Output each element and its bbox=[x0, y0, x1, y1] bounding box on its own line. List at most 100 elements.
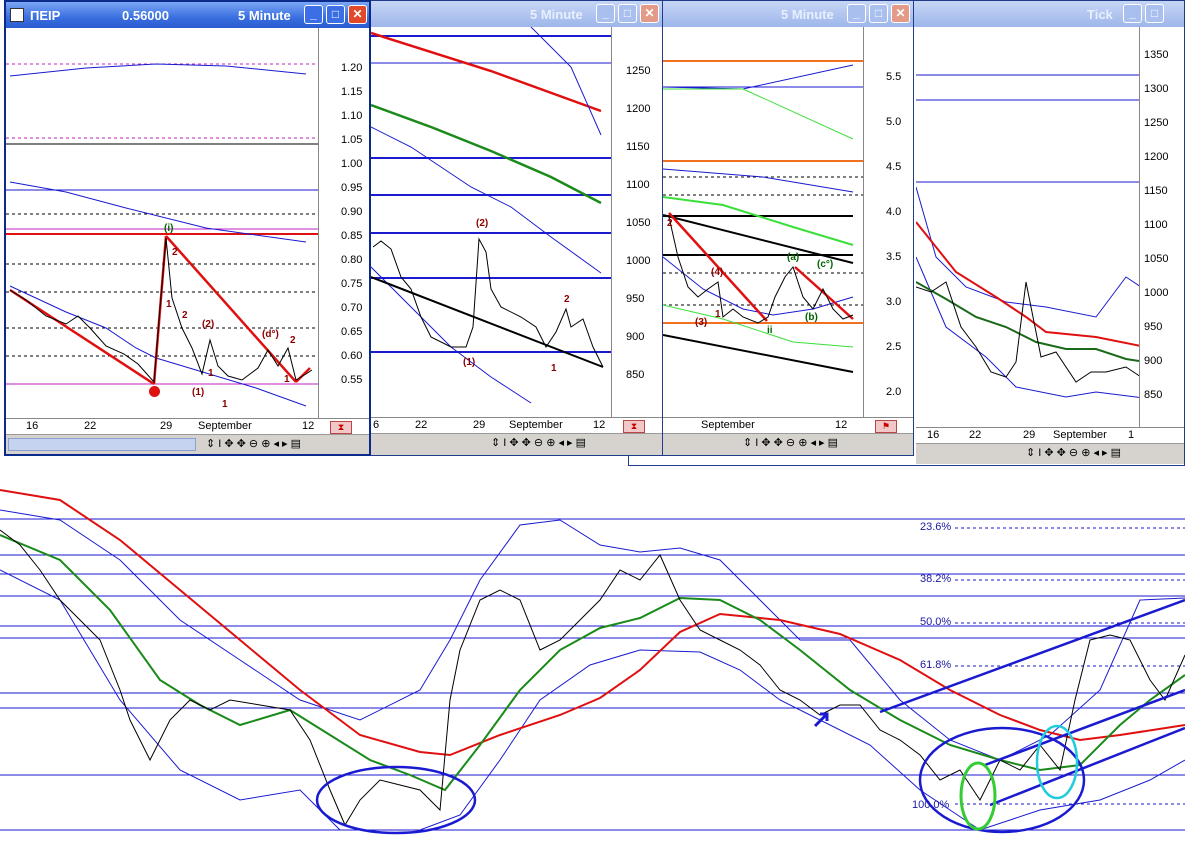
x-label: 22 bbox=[84, 420, 97, 432]
y-label: 0.95 bbox=[341, 182, 363, 194]
y-label: 850 bbox=[1144, 389, 1163, 401]
y-label: 1250 bbox=[626, 65, 651, 77]
x-label: 1 bbox=[1128, 429, 1135, 441]
y-label: 5.0 bbox=[886, 116, 902, 128]
fib-38-2: 38.2% bbox=[920, 573, 952, 585]
chart-window-3[interactable]: 5 Minute _ □ ✕ 2 (4) 1 (3) ii (a) (c°) (… bbox=[662, 0, 914, 456]
maximize-button[interactable]: □ bbox=[869, 4, 888, 23]
channel-lines bbox=[879, 598, 1185, 807]
x-label: 22 bbox=[415, 419, 428, 431]
app-icon bbox=[10, 8, 24, 22]
wave-start-marker bbox=[149, 386, 160, 397]
xaxis-2: 6 22 29 September 12 ⧗ bbox=[371, 417, 662, 434]
y-label: 0.60 bbox=[341, 350, 363, 362]
y-label: 0.70 bbox=[341, 302, 363, 314]
minimize-button[interactable]: _ bbox=[1123, 4, 1142, 23]
close-button[interactable]: ✕ bbox=[348, 5, 367, 24]
y-label: 900 bbox=[1144, 355, 1163, 367]
plot-1 bbox=[6, 63, 318, 407]
y-label: 0.90 bbox=[341, 206, 363, 218]
y-label: 950 bbox=[626, 293, 645, 305]
yaxis-2: 1250 1200 1150 1100 1050 1000 950 900 85… bbox=[611, 27, 662, 417]
wave-label: (i) bbox=[164, 223, 174, 234]
titlebar[interactable]: 5 Minute _ □ ✕ bbox=[663, 1, 913, 27]
y-label: 1000 bbox=[626, 255, 651, 267]
arrow-icon bbox=[813, 712, 829, 728]
x-label: September bbox=[509, 419, 563, 431]
wave-label: 1 bbox=[551, 363, 557, 374]
alert-flag-icon[interactable]: ⧗ bbox=[330, 421, 352, 434]
maximize-button[interactable]: □ bbox=[326, 5, 345, 24]
x-label: September bbox=[701, 419, 755, 431]
y-label: 1250 bbox=[1144, 117, 1169, 129]
toolbar-3[interactable]: ⇕ I ✥ ✥ ⊖ ⊕ ◂ ▸ ▤ bbox=[663, 433, 913, 455]
toolbar-icons[interactable]: ⇕ I ✥ ✥ ⊖ ⊕ ◂ ▸ ▤ bbox=[1026, 446, 1121, 459]
maximize-button[interactable]: □ bbox=[618, 4, 637, 23]
y-label: 1000 bbox=[1144, 287, 1169, 299]
minimize-button[interactable]: _ bbox=[847, 4, 866, 23]
wave-label: 1 bbox=[166, 299, 172, 310]
chart-window-2[interactable]: 5 Minute _ □ ✕ (2) 2 (1) 1 1250 1200 115… bbox=[370, 0, 663, 456]
y-label: 1.00 bbox=[341, 158, 363, 170]
wave-label: (2) bbox=[202, 319, 215, 330]
y-label: 3.0 bbox=[886, 296, 902, 308]
plot-3 bbox=[663, 60, 863, 373]
y-label: 1050 bbox=[626, 217, 651, 229]
wave-label: (3) bbox=[695, 317, 708, 328]
window-interval: 5 Minute bbox=[530, 7, 583, 22]
x-label: 6 bbox=[373, 419, 380, 431]
y-label: 1150 bbox=[1144, 185, 1168, 197]
y-label: 1150 bbox=[626, 141, 650, 153]
y-label: 4.0 bbox=[886, 206, 902, 218]
tick-xaxis: 16 22 29 September 1 bbox=[916, 427, 1184, 444]
x-label: 16 bbox=[26, 420, 39, 432]
yaxis-3: 5.5 5.0 4.5 4.0 3.5 3.0 2.5 2.0 bbox=[863, 27, 913, 417]
x-label: September bbox=[198, 420, 252, 432]
horizontal-scrollbar[interactable] bbox=[8, 438, 196, 451]
chart-window-1[interactable]: ΠΕΙΡ 0.56000 5 Minute _ □ ✕ (i) 2 1 2 (2… bbox=[4, 0, 371, 456]
wave-label: (d°) bbox=[262, 329, 279, 340]
wave-label: 2 bbox=[290, 335, 296, 346]
y-label: 1.05 bbox=[341, 134, 363, 146]
alert-flag-icon[interactable]: ⧗ bbox=[623, 420, 645, 433]
y-label: 1.10 bbox=[341, 110, 363, 122]
minimize-button[interactable]: _ bbox=[596, 4, 615, 23]
x-label: 12 bbox=[835, 419, 848, 431]
y-label: 4.5 bbox=[886, 161, 902, 173]
tick-toolbar[interactable]: ⇕ I ✥ ✥ ⊖ ⊕ ◂ ▸ ▤ bbox=[916, 443, 1184, 464]
wave-label: ii bbox=[767, 325, 773, 336]
window-interval: 5 Minute bbox=[781, 7, 834, 22]
y-label: 1300 bbox=[1144, 83, 1169, 95]
y-label: 1200 bbox=[1144, 151, 1169, 163]
toolbar-icons[interactable]: ⇕ I ✥ ✥ ⊖ ⊕ ◂ ▸ ▤ bbox=[206, 437, 301, 450]
alert-flag-icon[interactable]: ⚑ bbox=[875, 420, 897, 433]
toolbar-2[interactable]: ⇕ I ✥ ✥ ⊖ ⊕ ◂ ▸ ▤ bbox=[371, 433, 662, 455]
close-button[interactable]: ✕ bbox=[640, 4, 659, 23]
ma-red bbox=[0, 489, 1185, 757]
minimize-button[interactable]: _ bbox=[304, 5, 323, 24]
maximize-button[interactable]: □ bbox=[1145, 4, 1164, 23]
y-label: 0.85 bbox=[341, 230, 363, 242]
y-label: 1100 bbox=[626, 179, 650, 191]
wave-label: 2 bbox=[182, 310, 188, 321]
toolbar-icons[interactable]: ⇕ I ✥ ✥ ⊖ ⊕ ◂ ▸ ▤ bbox=[491, 436, 586, 449]
wave-label: 2 bbox=[667, 218, 673, 229]
close-button[interactable]: ✕ bbox=[891, 4, 910, 23]
titlebar[interactable]: 5 Minute _ □ ✕ bbox=[371, 1, 662, 27]
y-label: 2.5 bbox=[886, 341, 902, 353]
toolbar-1[interactable]: ⇕ I ✥ ✥ ⊖ ⊕ ◂ ▸ ▤ bbox=[6, 434, 369, 454]
wave-label: 1 bbox=[208, 368, 214, 379]
wave-label: (4) bbox=[711, 267, 724, 278]
lower-band bbox=[0, 569, 1185, 831]
x-label: 16 bbox=[927, 429, 940, 441]
y-label: 0.55 bbox=[341, 374, 363, 386]
y-label: 1350 bbox=[1144, 49, 1169, 61]
window-interval: Tick bbox=[1087, 7, 1113, 22]
y-label: 1100 bbox=[1144, 219, 1168, 231]
wave-label: (a) bbox=[787, 252, 800, 263]
wave-label: (c°) bbox=[817, 259, 834, 270]
x-label: 22 bbox=[969, 429, 982, 441]
xaxis-3: September 12 ⚑ bbox=[663, 417, 913, 434]
toolbar-icons[interactable]: ⇕ I ✥ ✥ ⊖ ⊕ ◂ ▸ ▤ bbox=[743, 436, 838, 449]
titlebar[interactable]: ΠΕΙΡ 0.56000 5 Minute _ □ ✕ bbox=[6, 2, 369, 28]
